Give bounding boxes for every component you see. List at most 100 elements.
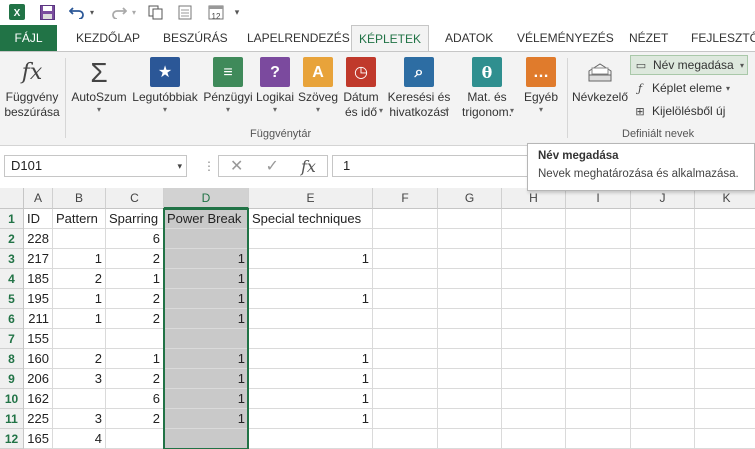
cell-j7[interactable]	[631, 329, 695, 349]
cell-a12[interactable]: 165	[24, 429, 53, 449]
cell-e8[interactable]: 1	[249, 349, 373, 369]
create-from-selection-button[interactable]: ⊞ Kijelölésből új	[632, 101, 725, 121]
cell-h3[interactable]	[502, 249, 566, 269]
column-header-j[interactable]: J	[631, 188, 695, 209]
cell-d11[interactable]: 1	[164, 409, 249, 429]
worksheet-grid[interactable]: A B C D E F G H I J K 1 ID Pattern Sparring Power Break…	[0, 188, 755, 449]
cell-i3[interactable]	[566, 249, 631, 269]
cell-f11[interactable]	[373, 409, 438, 429]
cell-a3[interactable]: 217	[24, 249, 53, 269]
tab-data[interactable]: ADATOK	[445, 25, 493, 51]
cell-b5[interactable]: 1	[53, 289, 106, 309]
cell-a6[interactable]: 211	[24, 309, 53, 329]
cell-j1[interactable]	[631, 209, 695, 229]
cell-i8[interactable]	[566, 349, 631, 369]
chevron-down-icon[interactable]: ▾	[177, 156, 182, 176]
cell-k5[interactable]	[695, 289, 755, 309]
row-header[interactable]: 10	[0, 389, 24, 409]
math-trig-button[interactable]: θ Mat. és trigonom.	[456, 57, 518, 120]
cell-c9[interactable]: 2	[106, 369, 164, 389]
cell-h2[interactable]	[502, 229, 566, 249]
cell-k10[interactable]	[695, 389, 755, 409]
row-header[interactable]: 12	[0, 429, 24, 449]
cell-g10[interactable]	[438, 389, 502, 409]
column-header-h[interactable]: H	[502, 188, 566, 209]
cell-k2[interactable]	[695, 229, 755, 249]
cancel-icon[interactable]: ✕	[230, 156, 243, 176]
chevron-down-icon[interactable]: ▾	[445, 106, 449, 115]
cell-i9[interactable]	[566, 369, 631, 389]
name-manager-button[interactable]: Névkezelő	[570, 57, 630, 105]
cell-h10[interactable]	[502, 389, 566, 409]
cell-h8[interactable]	[502, 349, 566, 369]
cell-i12[interactable]	[566, 429, 631, 449]
column-header-a[interactable]: A	[24, 188, 53, 209]
cell-e1[interactable]: Special techniques	[249, 209, 373, 229]
cell-h12[interactable]	[502, 429, 566, 449]
cell-e5[interactable]: 1	[249, 289, 373, 309]
cell-e6[interactable]	[249, 309, 373, 329]
cell-b8[interactable]: 2	[53, 349, 106, 369]
column-header-k[interactable]: K	[695, 188, 755, 209]
cell-j10[interactable]	[631, 389, 695, 409]
cell-j2[interactable]	[631, 229, 695, 249]
cell-b1[interactable]: Pattern	[53, 209, 106, 229]
cell-e4[interactable]	[249, 269, 373, 289]
cell-c11[interactable]: 2	[106, 409, 164, 429]
cell-f7[interactable]	[373, 329, 438, 349]
cell-j6[interactable]	[631, 309, 695, 329]
select-all-corner[interactable]	[0, 188, 24, 209]
customize-icon[interactable]: ▾	[232, 3, 242, 21]
cell-j8[interactable]	[631, 349, 695, 369]
cell-k4[interactable]	[695, 269, 755, 289]
cell-b3[interactable]: 1	[53, 249, 106, 269]
cell-j11[interactable]	[631, 409, 695, 429]
tab-file[interactable]: FÁJL	[0, 25, 57, 51]
cell-e10[interactable]: 1	[249, 389, 373, 409]
cell-a5[interactable]: 195	[24, 289, 53, 309]
tab-formulas[interactable]: KÉPLETEK	[351, 25, 429, 52]
cell-i1[interactable]	[566, 209, 631, 229]
row-header[interactable]: 6	[0, 309, 24, 329]
cell-h7[interactable]	[502, 329, 566, 349]
cell-i11[interactable]	[566, 409, 631, 429]
cell-d9[interactable]: 1	[164, 369, 249, 389]
column-header-c[interactable]: C	[106, 188, 164, 209]
recently-used-button[interactable]: ★ Legutóbbiak ▾	[130, 57, 200, 115]
cell-c1[interactable]: Sparring	[106, 209, 164, 229]
row-header[interactable]: 11	[0, 409, 24, 429]
copy-format-icon[interactable]	[146, 3, 164, 21]
formula-bar-handle-icon[interactable]: ⋮	[203, 159, 215, 173]
row-header[interactable]: 5	[0, 289, 24, 309]
cell-j5[interactable]	[631, 289, 695, 309]
cell-g4[interactable]	[438, 269, 502, 289]
define-name-button[interactable]: ▭ Név megadása ▾	[630, 55, 748, 75]
cell-a8[interactable]: 160	[24, 349, 53, 369]
cell-e12[interactable]	[249, 429, 373, 449]
financial-button[interactable]: ≡ Pénzügyi ▾	[201, 57, 255, 115]
row-header[interactable]: 8	[0, 349, 24, 369]
use-in-formula-button[interactable]: ƒ Képlet eleme ▾	[632, 78, 730, 98]
cell-c8[interactable]: 1	[106, 349, 164, 369]
cell-g5[interactable]	[438, 289, 502, 309]
cell-d8[interactable]: 1	[164, 349, 249, 369]
cell-h5[interactable]	[502, 289, 566, 309]
more-functions-button[interactable]: … Egyéb ▾	[519, 57, 563, 115]
cell-a1[interactable]: ID	[24, 209, 53, 229]
cell-c7[interactable]	[106, 329, 164, 349]
cell-f12[interactable]	[373, 429, 438, 449]
cell-b4[interactable]: 2	[53, 269, 106, 289]
cell-k1[interactable]	[695, 209, 755, 229]
cell-e7[interactable]	[249, 329, 373, 349]
row-header[interactable]: 3	[0, 249, 24, 269]
cell-e3[interactable]: 1	[249, 249, 373, 269]
cell-b11[interactable]: 3	[53, 409, 106, 429]
row-header[interactable]: 4	[0, 269, 24, 289]
cell-c5[interactable]: 2	[106, 289, 164, 309]
cell-f1[interactable]	[373, 209, 438, 229]
chevron-down-icon[interactable]: ▾	[510, 106, 514, 115]
text-button[interactable]: A Szöveg ▾	[297, 57, 339, 115]
column-header-i[interactable]: I	[566, 188, 631, 209]
cell-b10[interactable]	[53, 389, 106, 409]
cell-g3[interactable]	[438, 249, 502, 269]
